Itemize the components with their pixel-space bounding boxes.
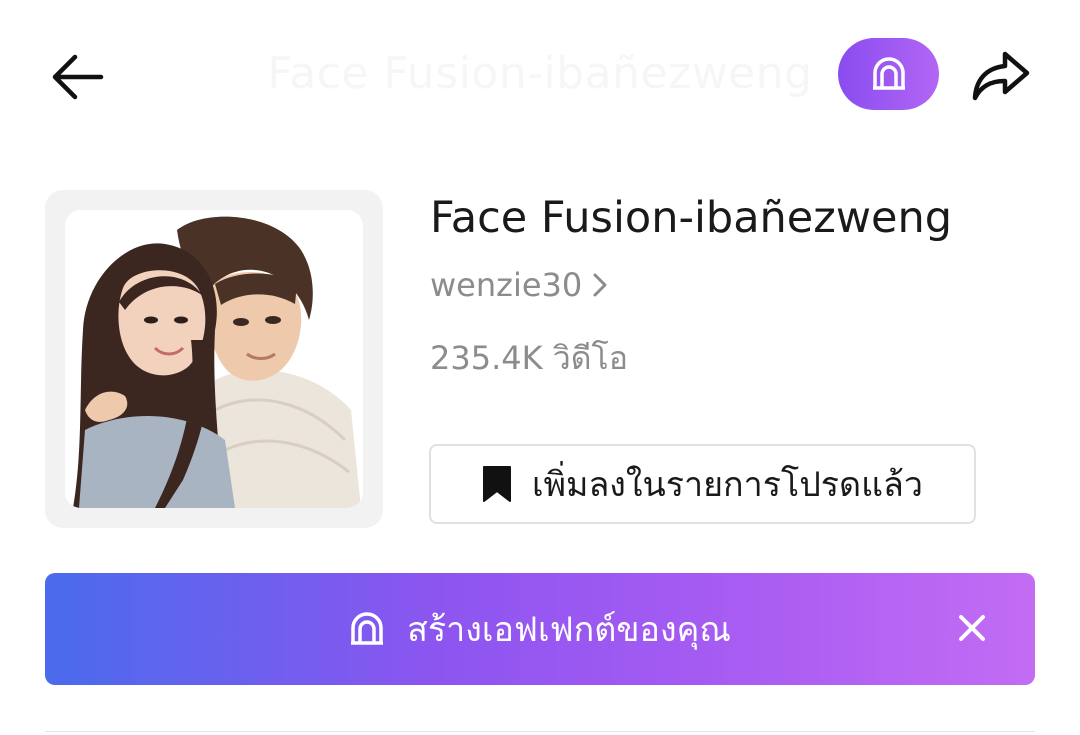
close-icon [959,615,985,641]
create-effect-button[interactable] [838,38,939,110]
arch-effect-icon [872,57,905,90]
banner-content: สร้างเอฟเฟกต์ของคุณ [45,573,1035,685]
chevron-right-icon [593,273,607,297]
author-link[interactable]: wenzie30 [430,266,608,304]
author-name: wenzie30 [430,266,583,304]
effect-title: Face Fusion-ibañezweng [430,193,953,243]
divider [45,731,1035,732]
bookmark-icon [483,466,512,502]
share-button[interactable] [966,46,1036,106]
arch-effect-icon [351,612,384,645]
banner-label: สร้างเอฟเฟกต์ของคุณ [407,610,731,650]
video-count: 235.4K วิดีโอ [430,339,628,377]
thumbnail-photo [65,210,363,508]
effect-detail-page: Face Fusion-ibañezweng Face Fusion-ibañe… [0,0,1080,735]
effect-thumbnail[interactable] [45,190,383,528]
share-arrow-icon [972,51,1030,101]
favorite-button[interactable]: เพิ่มลงในรายการโปรดแล้ว [429,444,976,524]
couple-photo-illustration [65,210,363,508]
create-effect-banner[interactable]: สร้างเอฟเฟกต์ของคุณ [45,573,1035,685]
favorite-label: เพิ่มลงในรายการโปรดแล้ว [532,465,923,505]
banner-close-button[interactable] [955,611,989,645]
